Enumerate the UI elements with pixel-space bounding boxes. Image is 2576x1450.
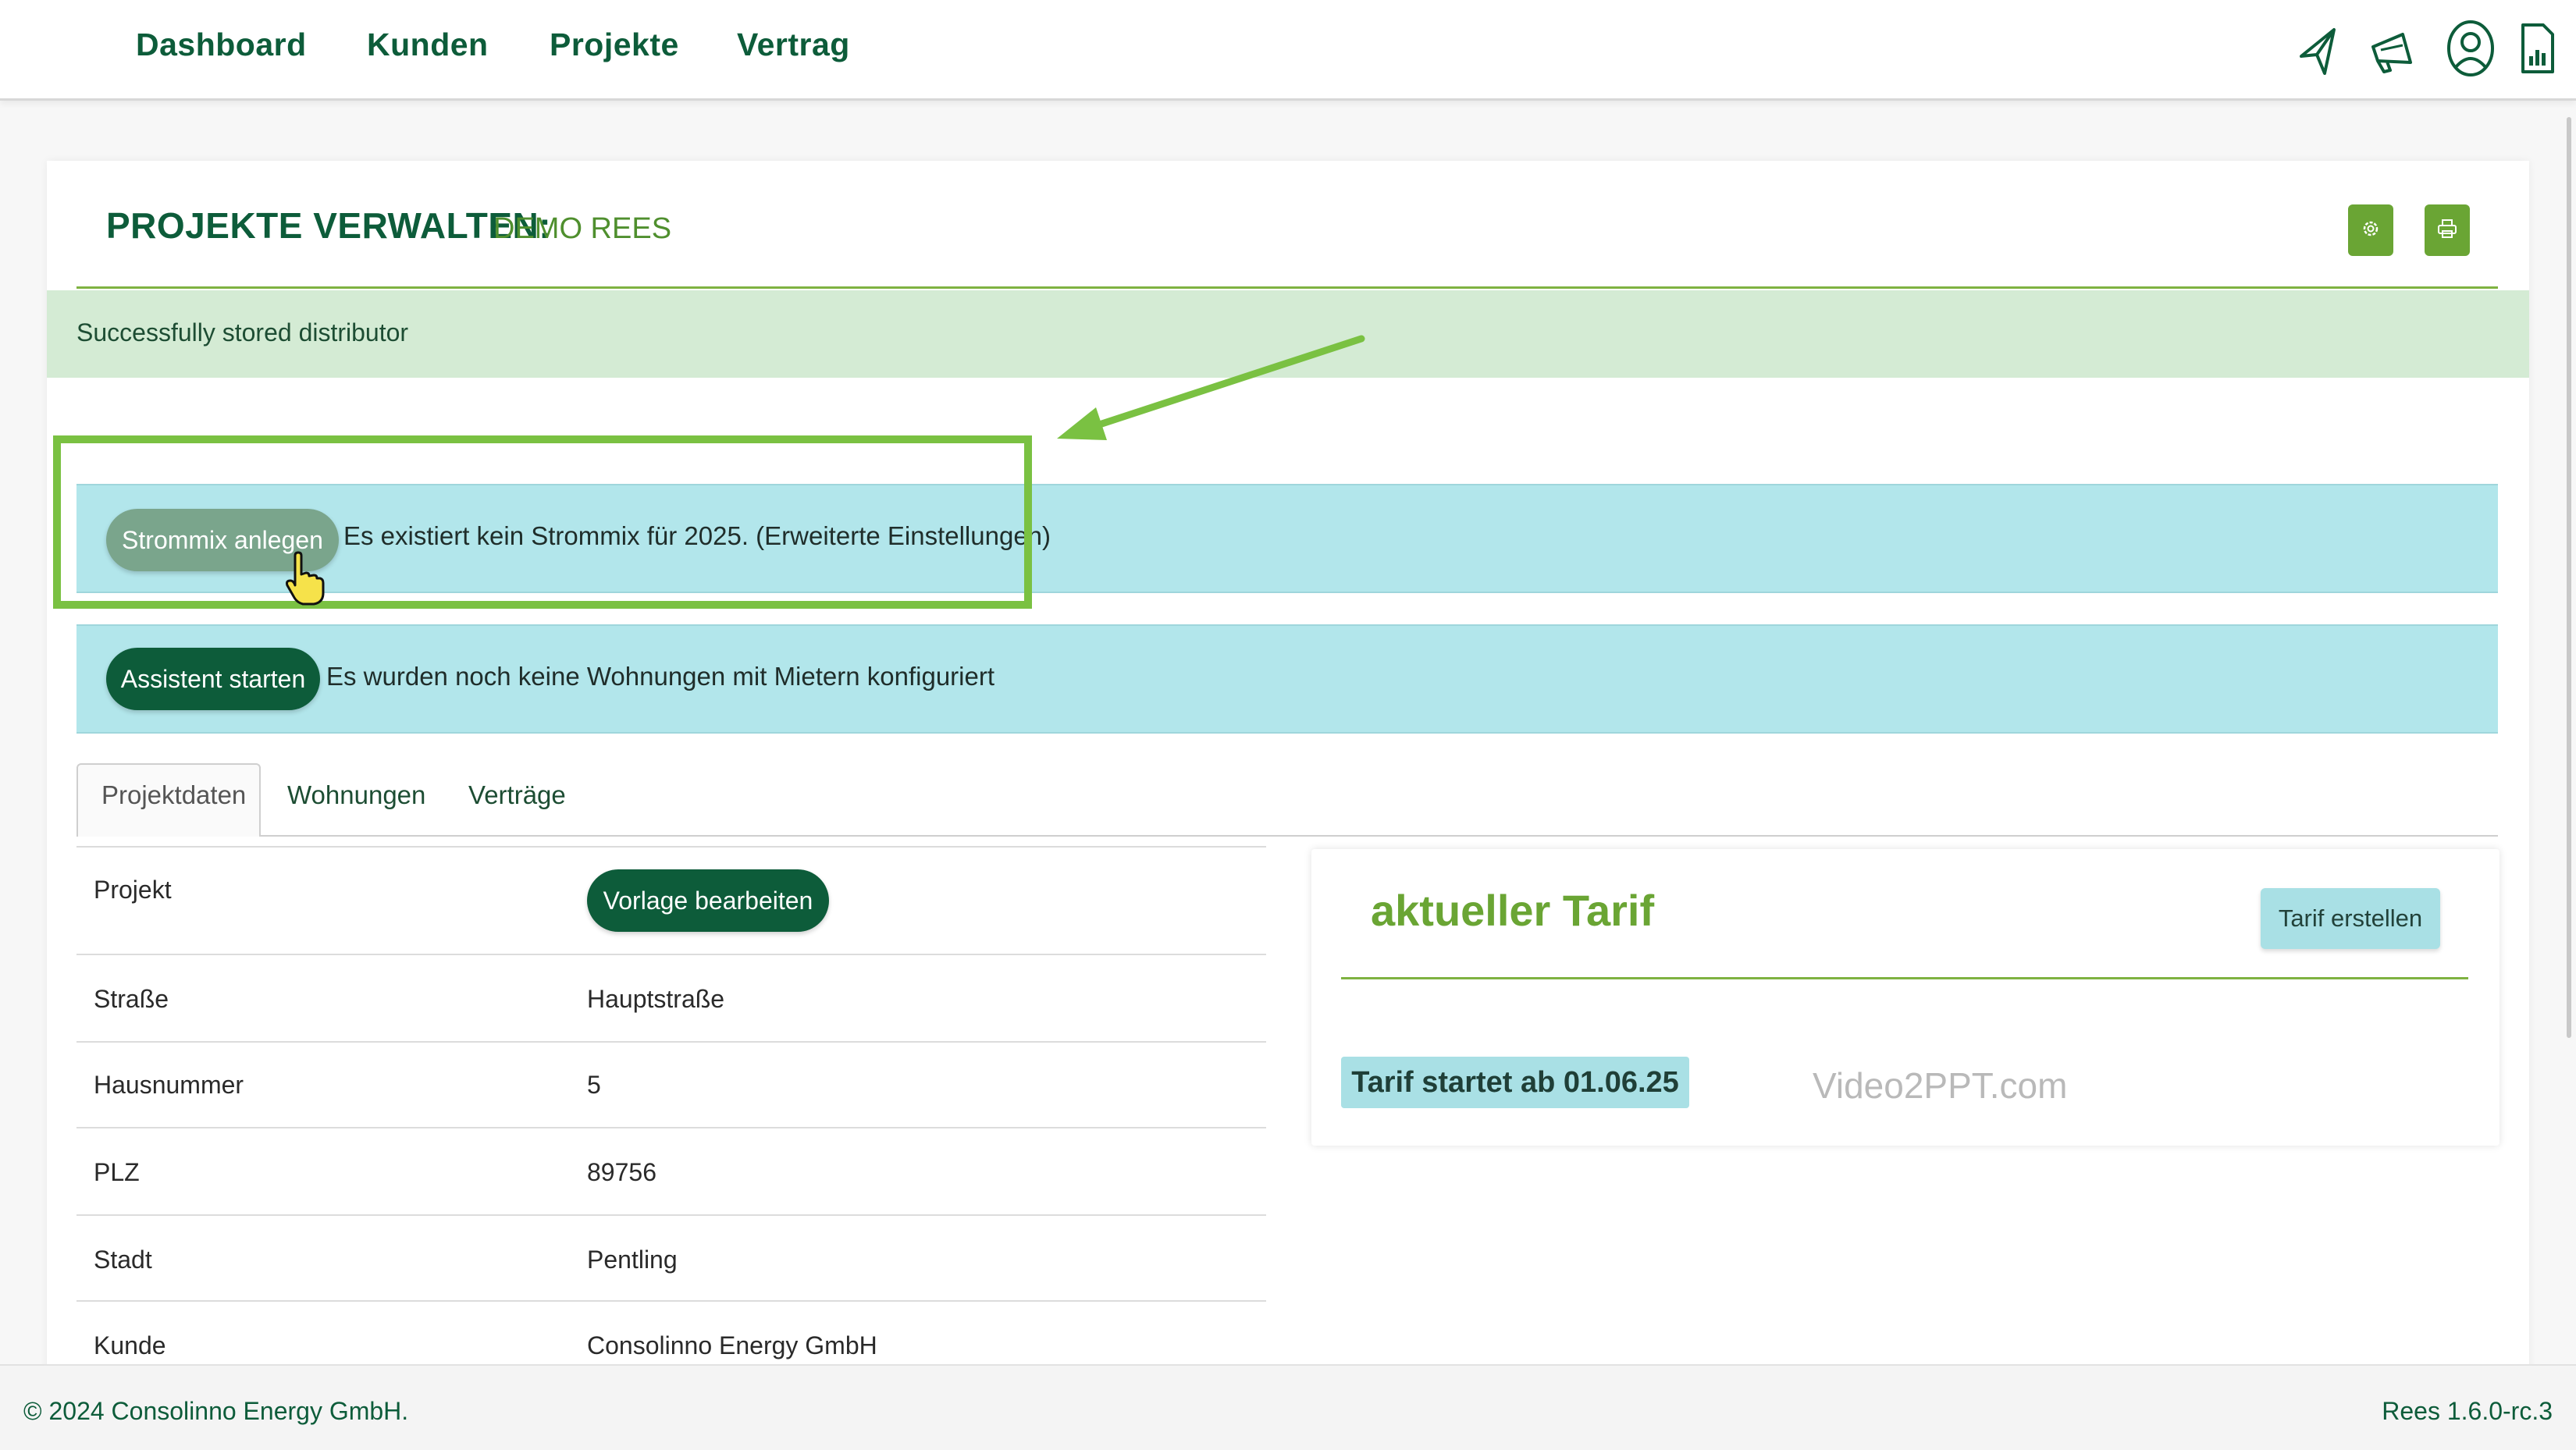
paper-plane-icon[interactable] — [2295, 19, 2342, 81]
tab-vertraege[interactable]: Verträge — [468, 780, 566, 810]
table-row-label: Hausnummer — [94, 1071, 244, 1099]
table-row-value: 5 — [587, 1071, 601, 1099]
nav-projekte[interactable]: Projekte — [550, 27, 679, 63]
table-row-value: Hauptstraße — [587, 985, 725, 1013]
tarif-start-badge: Tarif startet ab 01.06.25 — [1341, 1057, 1689, 1108]
table-row-label: Stadt — [94, 1246, 152, 1274]
tarif-title: aktueller Tarif — [1371, 886, 1655, 935]
table-row-divider — [76, 1214, 1266, 1216]
gear-icon — [2361, 219, 2381, 243]
user-icon[interactable] — [2445, 19, 2496, 84]
highlight-frame — [53, 435, 1032, 609]
table-row-label: Kunde — [94, 1331, 166, 1359]
table-row-label: Straße — [94, 985, 169, 1013]
table-row-divider — [76, 1127, 1266, 1128]
table-row-label: PLZ — [94, 1158, 140, 1186]
printer-icon — [2436, 218, 2458, 243]
footer-copyright: © 2024 Consolinno Energy GmbH. — [23, 1397, 409, 1425]
table-row-divider — [76, 954, 1266, 955]
settings-button[interactable] — [2348, 204, 2393, 256]
page-title: PROJEKTE VERWALTEN: — [106, 205, 552, 246]
title-divider — [76, 286, 2498, 289]
tab-wohnungen[interactable]: Wohnungen — [287, 780, 425, 810]
page-subtitle: DEMO REES — [493, 212, 672, 245]
tarif-erstellen-button[interactable]: Tarif erstellen — [2261, 888, 2440, 949]
watermark-text: Video2PPT.com — [1813, 1065, 2068, 1106]
footer-version: Rees 1.6.0-rc.3 — [2382, 1397, 2553, 1425]
vorlage-bearbeiten-button[interactable]: Vorlage bearbeiten — [587, 869, 829, 932]
success-alert-text: Successfully stored distributor — [76, 318, 409, 347]
table-row-divider — [76, 1041, 1266, 1043]
table-row-divider — [76, 1300, 1266, 1302]
print-button[interactable] — [2425, 204, 2470, 256]
assistant-notice-text: Es wurden noch keine Wohnungen mit Miete… — [326, 662, 995, 691]
tarif-divider — [1341, 977, 2468, 979]
table-row-label: Projekt — [94, 876, 172, 904]
assistent-starten-button[interactable]: Assistent starten — [106, 648, 320, 710]
arrow-annotation — [1057, 335, 1365, 440]
tab-projektdaten[interactable]: Projektdaten — [101, 780, 246, 810]
page-scrollbar[interactable] — [2567, 117, 2571, 1038]
table-row-value: 89756 — [587, 1158, 656, 1186]
table-row-value: Consolinno Energy GmbH — [587, 1331, 877, 1359]
megaphone-icon[interactable] — [2367, 19, 2417, 81]
hand-cursor-icon — [286, 551, 325, 606]
tab-divider — [261, 835, 2498, 837]
document-chart-icon[interactable] — [2518, 19, 2557, 81]
table-row-value: Pentling — [587, 1246, 678, 1274]
nav-dashboard[interactable]: Dashboard — [136, 27, 307, 63]
nav-kunden[interactable]: Kunden — [367, 27, 489, 63]
nav-vertrag[interactable]: Vertrag — [737, 27, 850, 63]
table-row-divider — [76, 846, 1266, 848]
